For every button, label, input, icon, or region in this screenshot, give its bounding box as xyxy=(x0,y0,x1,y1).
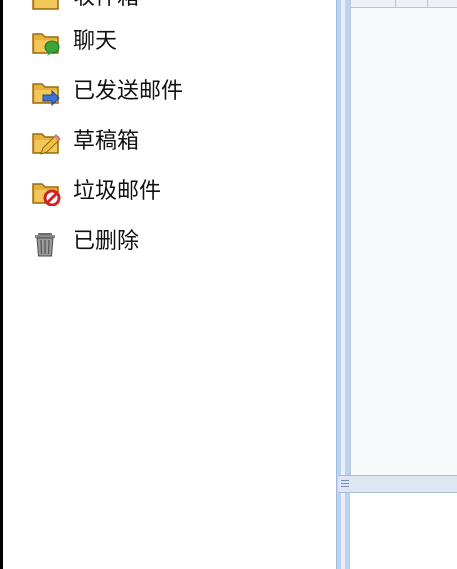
sidebar-item-inbox[interactable]: 收件箱 xyxy=(29,0,139,13)
message-list-header[interactable] xyxy=(351,0,457,8)
sent-folder-icon xyxy=(29,77,63,107)
sidebar-item-spam[interactable]: 垃圾邮件 xyxy=(29,177,161,207)
column-separator[interactable] xyxy=(395,0,396,7)
folder-sidebar: 收件箱 聊天 xyxy=(3,0,336,569)
sidebar-item-label: 垃圾邮件 xyxy=(73,179,162,204)
sidebar-item-sent[interactable]: 已发送邮件 xyxy=(29,77,183,107)
trash-icon xyxy=(29,227,63,257)
spam-folder-icon xyxy=(29,177,63,207)
reading-pane[interactable] xyxy=(350,493,457,569)
sidebar-item-chat[interactable]: 聊天 xyxy=(29,27,117,57)
chat-folder-icon xyxy=(29,27,63,57)
sidebar-item-label: 聊天 xyxy=(73,29,118,54)
column-separator[interactable] xyxy=(427,0,428,7)
inbox-folder-icon xyxy=(29,0,63,13)
drafts-folder-icon xyxy=(29,127,63,157)
splitter-grip-icon[interactable] xyxy=(341,480,349,488)
horizontal-splitter[interactable] xyxy=(338,475,457,493)
sidebar-item-trash[interactable]: 已删除 xyxy=(29,227,139,257)
sidebar-item-label: 已删除 xyxy=(73,229,140,254)
sidebar-item-label: 已发送邮件 xyxy=(73,79,184,104)
mail-client-window: 收件箱 聊天 xyxy=(0,0,457,569)
sidebar-item-label: 收件箱 xyxy=(73,0,139,13)
sidebar-item-label: 草稿箱 xyxy=(73,129,140,154)
sidebar-item-drafts[interactable]: 草稿箱 xyxy=(29,127,139,157)
